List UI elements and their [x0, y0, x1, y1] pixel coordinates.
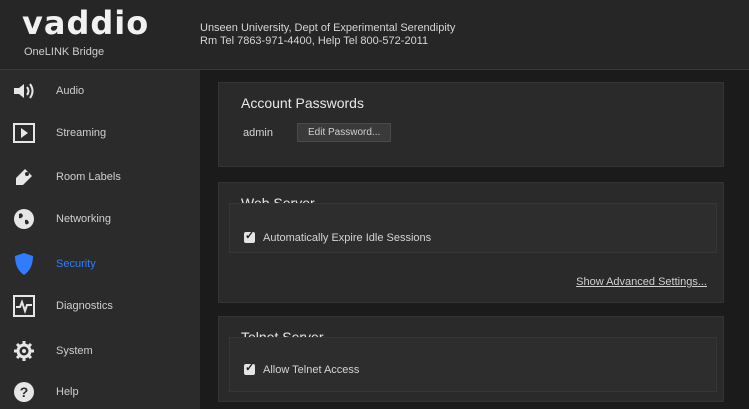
account-username: admin: [243, 127, 273, 139]
pulse-icon: [12, 294, 36, 318]
account-passwords-panel: Account Passwords admin Edit Password...: [218, 82, 724, 167]
globe-icon: [12, 207, 36, 231]
allow-telnet-label: Allow Telnet Access: [263, 364, 360, 376]
telnet-server-panel: Telnet Server Allow Telnet Access: [218, 316, 724, 402]
tag-icon: [12, 165, 36, 189]
app-header: vaddio OneLINK Bridge Unseen University,…: [0, 0, 749, 70]
speaker-icon: [12, 79, 36, 103]
site-info: Unseen University, Dept of Experimental …: [200, 22, 455, 48]
sidebar-item-help[interactable]: ? Help: [0, 374, 200, 409]
expire-sessions-checkbox[interactable]: [244, 229, 255, 243]
sidebar-item-room-labels[interactable]: Room Labels: [0, 159, 200, 195]
allow-telnet-option[interactable]: Allow Telnet Access: [244, 360, 359, 378]
web-server-options: Automatically Expire Idle Sessions: [229, 203, 717, 253]
sidebar-item-diagnostics[interactable]: Diagnostics: [0, 288, 200, 324]
expire-sessions-label: Automatically Expire Idle Sessions: [263, 232, 432, 244]
sidebar-item-security[interactable]: Security: [0, 246, 200, 282]
sidebar-item-label: Security: [56, 258, 96, 270]
allow-telnet-checkbox[interactable]: [244, 361, 255, 375]
edit-password-button[interactable]: Edit Password...: [297, 123, 392, 142]
site-info-line1: Unseen University, Dept of Experimental …: [200, 22, 456, 34]
gear-icon: [12, 339, 36, 363]
sidebar-item-label: Audio: [56, 85, 85, 97]
telnet-server-options: Allow Telnet Access: [229, 337, 717, 392]
panel-title: Account Passwords: [241, 95, 364, 111]
web-server-panel: Web Server Automatically Expire Idle Ses…: [218, 182, 724, 303]
sidebar-item-streaming[interactable]: Streaming: [0, 115, 200, 151]
sidebar-item-audio[interactable]: Audio: [0, 73, 200, 109]
sidebar-item-label: Diagnostics: [56, 300, 113, 312]
sidebar-item-networking[interactable]: Networking: [0, 201, 200, 237]
play-icon: [12, 121, 36, 145]
brand-name: vaddio: [22, 4, 150, 42]
expire-sessions-option[interactable]: Automatically Expire Idle Sessions: [244, 228, 431, 246]
main-content: Account Passwords admin Edit Password...…: [200, 70, 749, 409]
brand-logo: vaddio OneLINK Bridge: [22, 4, 182, 62]
sidebar-item-label: Room Labels: [56, 171, 121, 183]
show-advanced-settings-link[interactable]: Show Advanced Settings...: [576, 276, 707, 288]
sidebar-item-system[interactable]: System: [0, 333, 200, 369]
help-icon: ?: [12, 380, 36, 404]
shield-icon: [12, 252, 36, 276]
sidebar-item-label: Streaming: [56, 127, 107, 139]
sidebar-item-label: Help: [56, 386, 79, 398]
sidebar: Audio Streaming Room Labels Networking S…: [0, 70, 200, 409]
site-info-line2: Rm Tel 7863-971-4400, Help Tel 800-572-2…: [200, 35, 429, 47]
sidebar-item-label: Networking: [56, 213, 112, 225]
svg-text:?: ?: [20, 384, 29, 400]
product-name: OneLINK Bridge: [24, 46, 105, 58]
sidebar-item-label: System: [56, 345, 93, 357]
